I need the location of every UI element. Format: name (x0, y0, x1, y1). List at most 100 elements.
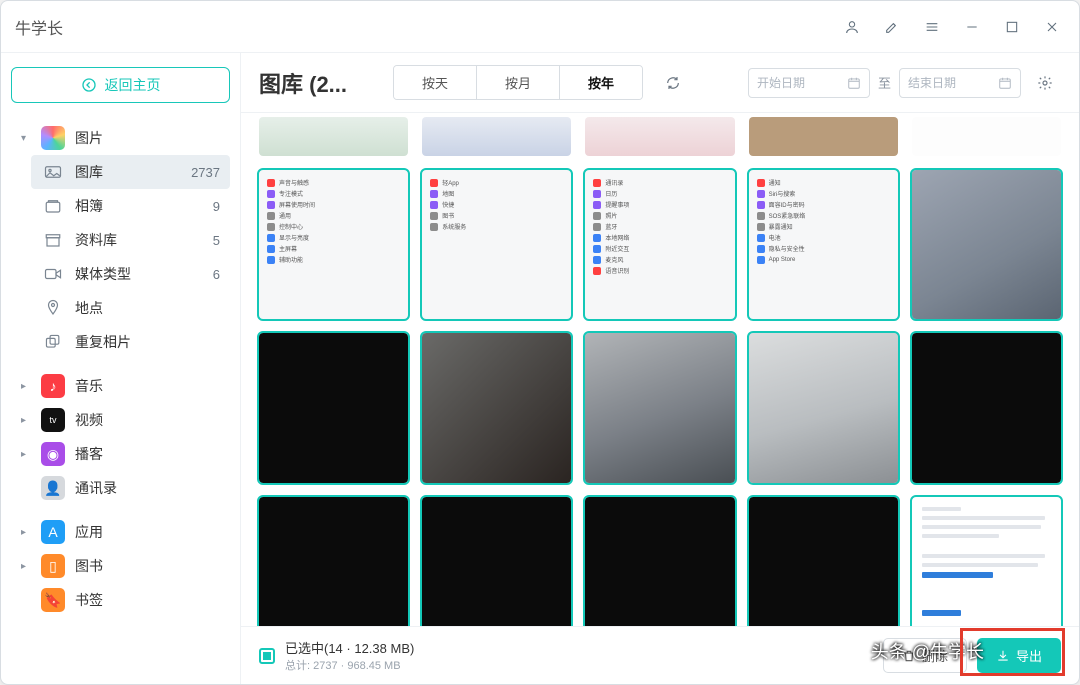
date-start-input[interactable]: 开始日期 (748, 68, 870, 98)
export-button[interactable]: 导出 (977, 638, 1061, 673)
date-start-placeholder: 开始日期 (757, 74, 805, 91)
menu-icon[interactable] (919, 14, 945, 40)
sidebar-item-podcast[interactable]: ▸ ◉ 播客 (11, 437, 230, 471)
chevron-down-icon: ▾ (21, 133, 37, 144)
thumbnail[interactable] (749, 497, 898, 626)
thumbnail[interactable] (912, 117, 1061, 156)
chevron-right-icon: ▸ (21, 381, 37, 392)
app-window: 牛学长 返回主页 ▾ 图片 图库 2737 (0, 0, 1080, 685)
thumbnail[interactable] (749, 333, 898, 482)
sidebar-item-duplicates[interactable]: 重复相片 (31, 325, 230, 359)
thumbnail[interactable]: 通讯录日历提醒事项照片蓝牙本地网络附近交互麦克风语音识别 (585, 170, 734, 319)
sidebar-item-places[interactable]: 地点 (31, 291, 230, 325)
back-label: 返回主页 (105, 75, 161, 95)
pin-icon (41, 296, 65, 320)
sidebar-item-books[interactable]: ▸ ▯ 图书 (11, 549, 230, 583)
video-icon (41, 262, 65, 286)
bookmarks-icon: 🔖 (41, 588, 65, 612)
thumbnail[interactable] (912, 333, 1061, 482)
thumbnail[interactable] (749, 117, 898, 156)
seg-month[interactable]: 按月 (476, 66, 559, 99)
sidebar-item-label: 应用 (75, 522, 103, 542)
archive-icon (41, 228, 65, 252)
date-end-input[interactable]: 结束日期 (899, 68, 1021, 98)
date-end-placeholder: 结束日期 (908, 74, 956, 91)
thumbnail-grid[interactable]: 声音与触感专注模式屏幕使用时间通用控制中心显示与亮度主屏幕辅助功能 轻App地图… (241, 113, 1079, 626)
sidebar-item-mediatypes[interactable]: 媒体类型 6 (31, 257, 230, 291)
statusbar: 已选中(14 · 12.38 MB) 总计: 2737 · 968.45 MB … (241, 626, 1079, 684)
sidebar-item-bookmarks[interactable]: 🔖 书签 (11, 583, 230, 617)
back-button[interactable]: 返回主页 (11, 67, 230, 103)
delete-button[interactable]: 删除 (883, 638, 967, 673)
sidebar-item-label: 重复相片 (75, 332, 131, 352)
thumbnail[interactable] (912, 170, 1061, 319)
duplicate-icon (41, 330, 65, 354)
chevron-right-icon: ▸ (21, 527, 37, 538)
sidebar-item-label: 资料库 (75, 230, 117, 250)
thumbnail[interactable] (259, 497, 408, 626)
thumbnail[interactable] (585, 117, 734, 156)
sidebar-item-albums[interactable]: 相簿 9 (31, 189, 230, 223)
appstore-icon: A (41, 520, 65, 544)
music-icon: ♪ (41, 374, 65, 398)
sidebar-item-library[interactable]: 图库 2737 (31, 155, 230, 189)
sidebar-item-count: 5 (213, 233, 220, 248)
tv-icon: tv (41, 408, 65, 432)
thumbnail[interactable] (422, 497, 571, 626)
contacts-icon: 👤 (41, 476, 65, 500)
album-icon (41, 194, 65, 218)
books-icon: ▯ (41, 554, 65, 578)
thumbnail[interactable]: 轻App地图快捷图书系统服务 (422, 170, 571, 319)
edit-icon[interactable] (879, 14, 905, 40)
select-all-checkbox[interactable] (259, 648, 275, 664)
sidebar-item-label: 通讯录 (75, 478, 117, 498)
sidebar-item-label: 书签 (75, 590, 103, 610)
sidebar-item-count: 9 (213, 199, 220, 214)
sidebar-item-music[interactable]: ▸ ♪ 音乐 (11, 369, 230, 403)
maximize-icon[interactable] (999, 14, 1025, 40)
sidebar-item-video[interactable]: ▸ tv 视频 (11, 403, 230, 437)
body: 返回主页 ▾ 图片 图库 2737 相簿 9 (1, 53, 1079, 684)
user-icon[interactable] (839, 14, 865, 40)
seg-day[interactable]: 按天 (394, 66, 476, 99)
selected-label: 已选中(14 · 12.38 MB) (285, 638, 414, 657)
sidebar-item-contacts[interactable]: 👤 通讯录 (11, 471, 230, 505)
sidebar-item-label: 图书 (75, 556, 103, 576)
thumbnail[interactable] (422, 117, 571, 156)
time-segment: 按天 按月 按年 (393, 65, 643, 100)
thumbnail[interactable]: 通知Siri与搜索面容ID与密码SOS紧急联络暴露通知电池隐私与安全性App S… (749, 170, 898, 319)
minimize-icon[interactable] (959, 14, 985, 40)
thumbnail[interactable] (912, 497, 1061, 626)
sidebar-item-label: 地点 (75, 298, 103, 318)
sidebar-item-label: 视频 (75, 410, 103, 430)
sidebar-item-label: 媒体类型 (75, 264, 131, 284)
podcast-icon: ◉ (41, 442, 65, 466)
library-icon (41, 160, 65, 184)
sidebar-item-count: 2737 (191, 165, 220, 180)
sidebar-item-label: 播客 (75, 444, 103, 464)
refresh-button[interactable] (657, 67, 689, 99)
app-name: 牛学长 (15, 15, 63, 39)
toolbar: 图库 (2... 按天 按月 按年 开始日期 至 结束日期 (241, 53, 1079, 113)
sidebar-item-apps[interactable]: ▸ A 应用 (11, 515, 230, 549)
sidebar-item-archive[interactable]: 资料库 5 (31, 223, 230, 257)
date-to-label: 至 (878, 73, 891, 92)
thumbnail[interactable] (422, 333, 571, 482)
page-title: 图库 (2... (259, 67, 379, 99)
thumbnail[interactable] (259, 333, 408, 482)
chevron-right-icon: ▸ (21, 449, 37, 460)
thumbnail[interactable] (585, 333, 734, 482)
close-icon[interactable] (1039, 14, 1065, 40)
thumbnail[interactable]: 声音与触感专注模式屏幕使用时间通用控制中心显示与亮度主屏幕辅助功能 (259, 170, 408, 319)
sidebar-item-photos[interactable]: ▾ 图片 (11, 121, 230, 155)
chevron-right-icon: ▸ (21, 561, 37, 572)
sidebar-item-label: 图库 (75, 162, 103, 182)
seg-year[interactable]: 按年 (559, 66, 642, 99)
sidebar: 返回主页 ▾ 图片 图库 2737 相簿 9 (1, 53, 241, 684)
chevron-right-icon: ▸ (21, 415, 37, 426)
photos-icon (41, 126, 65, 150)
sidebar-item-label: 音乐 (75, 376, 103, 396)
thumbnail[interactable] (585, 497, 734, 626)
thumbnail[interactable] (259, 117, 408, 156)
settings-button[interactable] (1029, 67, 1061, 99)
